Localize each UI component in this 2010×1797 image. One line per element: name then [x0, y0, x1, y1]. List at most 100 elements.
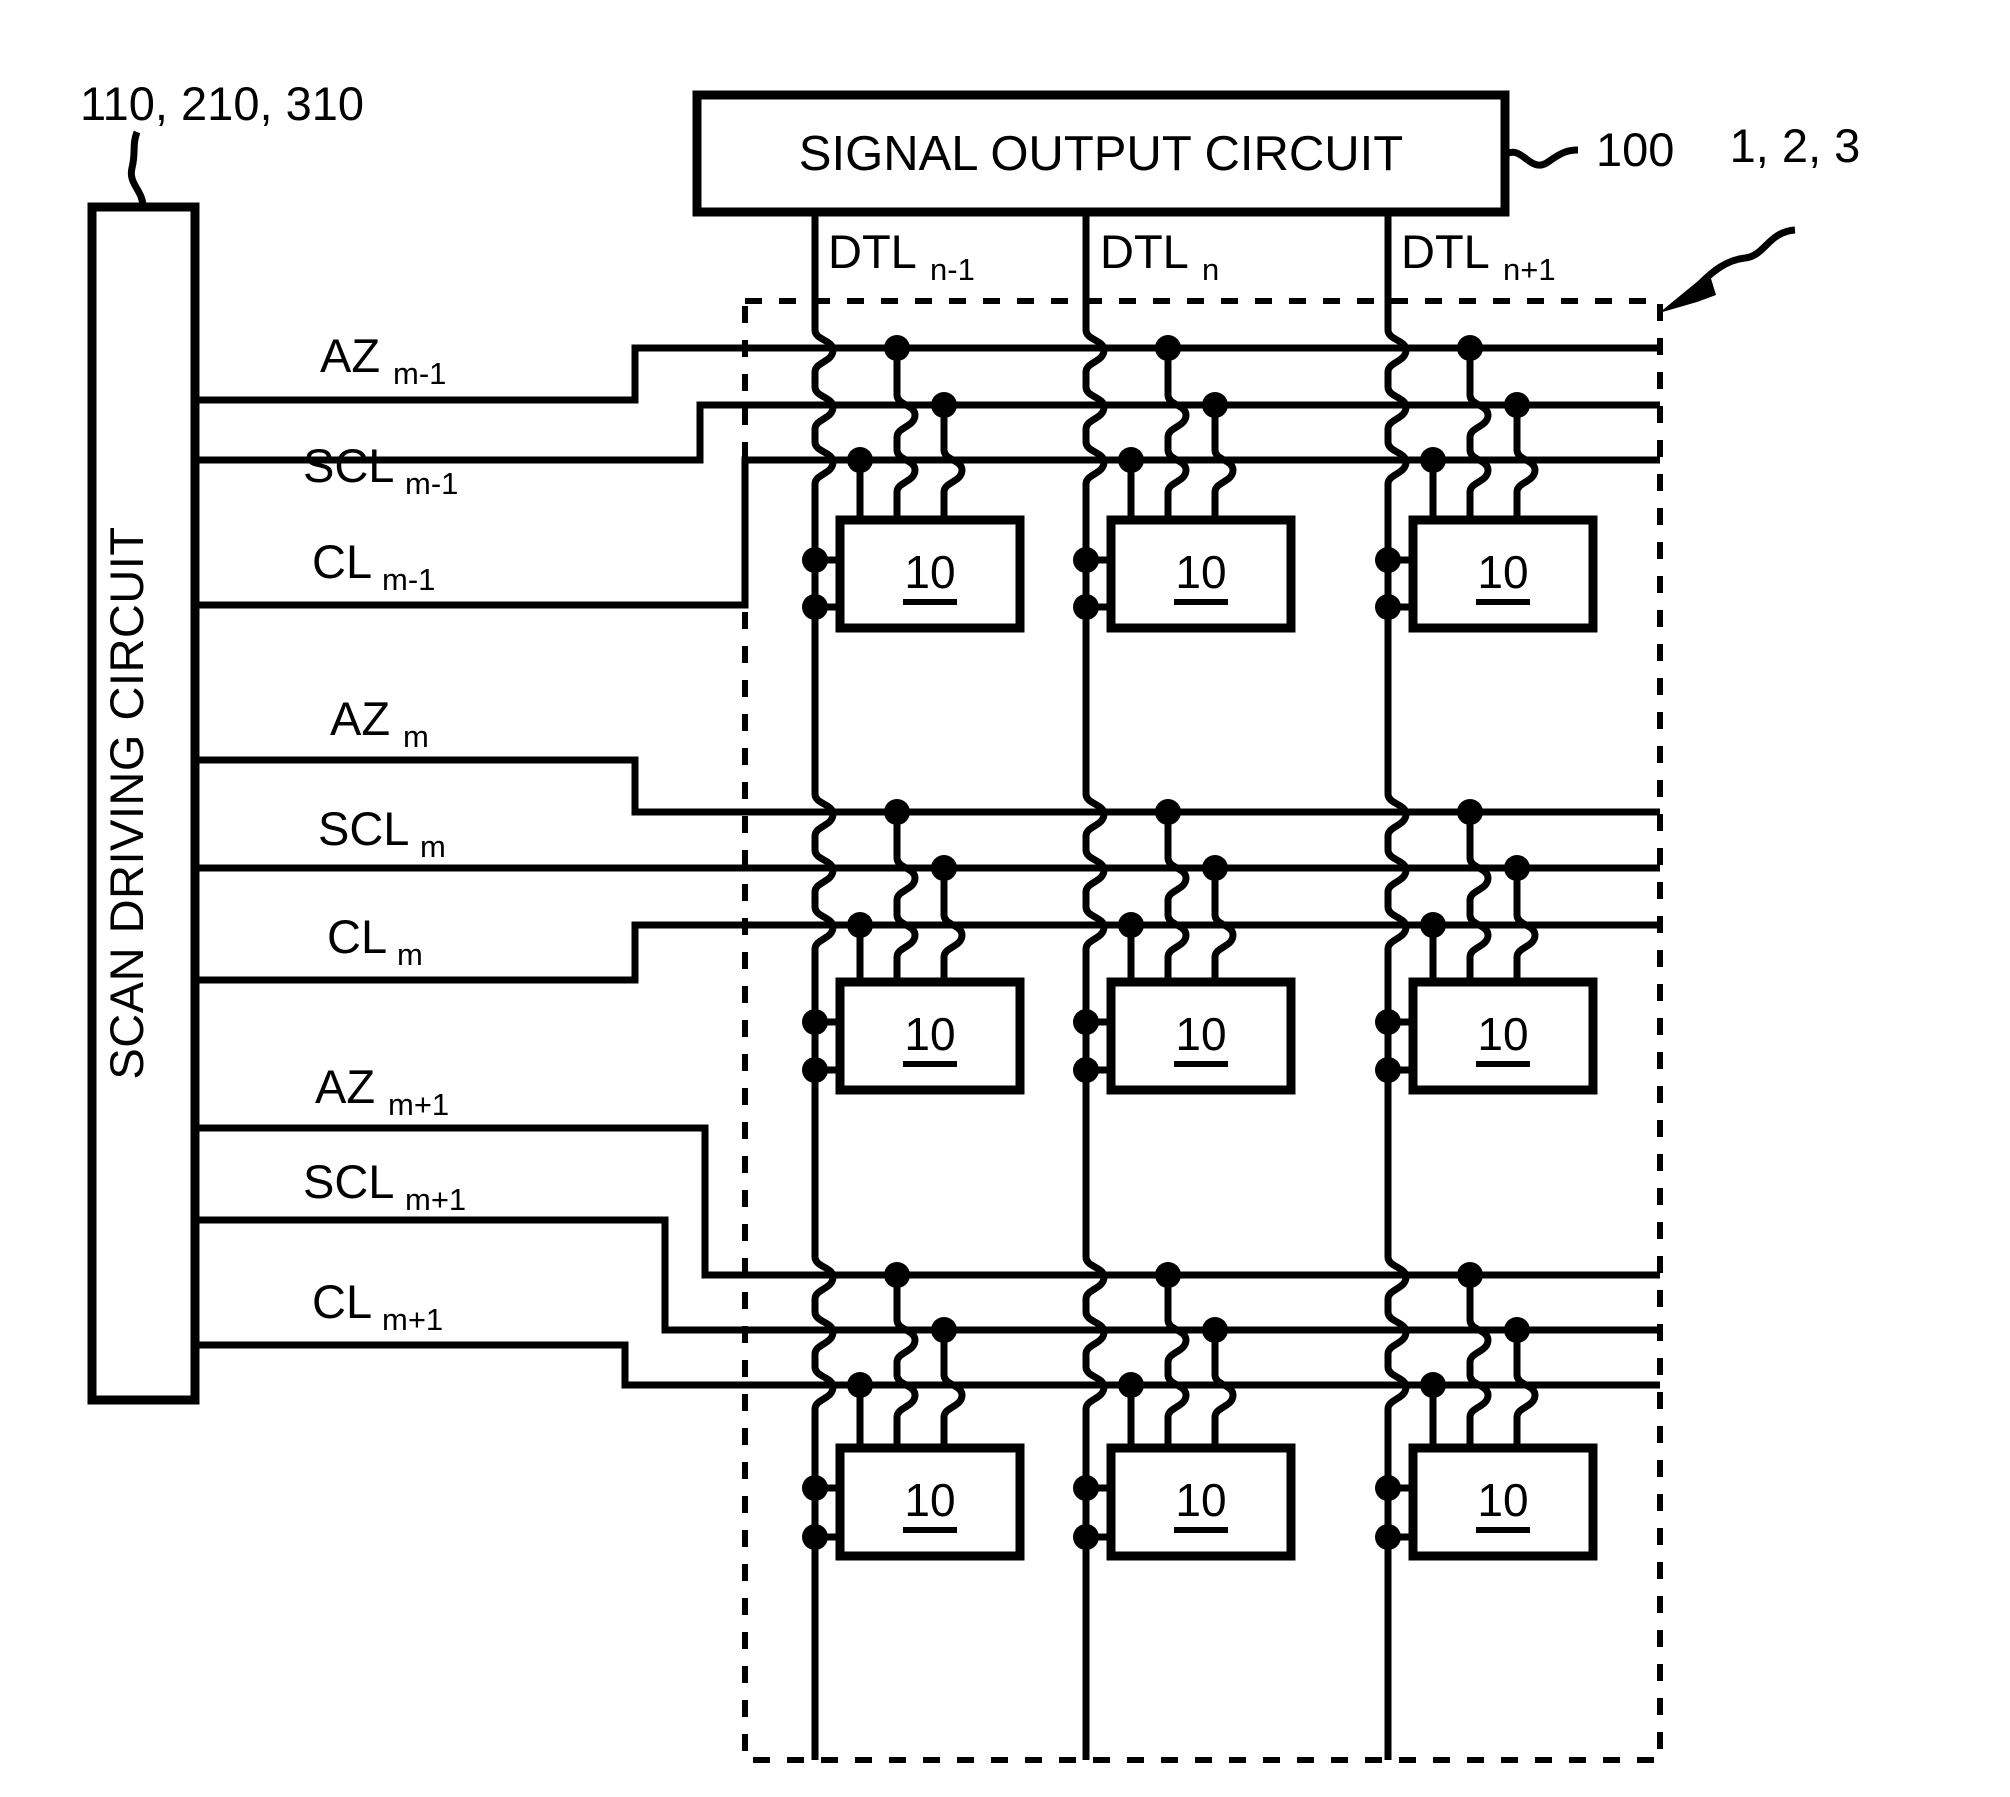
pixel-cell-r0c1[interactable]: 10 [1073, 335, 1296, 633]
junction-dot [1155, 1262, 1181, 1288]
junction-dot [1073, 1524, 1099, 1550]
svg-text:n+1: n+1 [1503, 252, 1556, 287]
junction-dot [1375, 547, 1401, 573]
scan-line-label-scl-m-1: SCL m-1 [303, 439, 458, 501]
scan-line-label-scl-m: SCL m [318, 802, 446, 864]
scan-driving-circuit-block[interactable]: SCAN DRIVING CIRCUIT [87, 202, 200, 1405]
pixel-cell-label: 10 [1175, 546, 1226, 598]
panel-ref-label: 1, 2, 3 [1730, 119, 1861, 172]
signal-output-circuit-ref: 100 [1596, 123, 1674, 176]
junction-dot [1202, 392, 1228, 418]
svg-text:m-1: m-1 [405, 466, 458, 501]
junction-dot [1118, 912, 1144, 938]
signal-output-circuit-label: SIGNAL OUTPUT CIRCUIT [799, 127, 1403, 181]
junction-dot [847, 447, 873, 473]
svg-text:CL: CL [312, 1275, 372, 1328]
pixel-cell-r2c2[interactable]: 10 [1375, 1262, 1598, 1561]
pixel-cell-r0c2[interactable]: 10 [1375, 335, 1598, 633]
svg-text:SCL: SCL [303, 1155, 394, 1208]
scan-driving-circuit-label: SCAN DRIVING CIRCUIT [100, 526, 153, 1079]
pixel-cell-label: 10 [1477, 1008, 1528, 1060]
svg-text:AZ: AZ [330, 692, 390, 745]
data-line-label-dtl-n-1: DTL n-1 [828, 225, 975, 287]
pixel-cell-r2c1[interactable]: 10 [1073, 1262, 1296, 1561]
junction-dot [802, 1524, 828, 1550]
junction-dot [847, 1372, 873, 1398]
scan-line-label-cl-m-1: CL m-1 [312, 535, 435, 597]
pixel-cell-label: 10 [904, 546, 955, 598]
junction-dot [1202, 855, 1228, 881]
junction-dot [1504, 855, 1530, 881]
pixel-cell-label: 10 [1477, 1474, 1528, 1526]
svg-text:m-1: m-1 [382, 562, 435, 597]
svg-text:m: m [403, 719, 429, 754]
svg-text:DTL: DTL [828, 225, 917, 278]
junction-dot [1457, 1262, 1483, 1288]
svg-text:AZ: AZ [320, 329, 380, 382]
svg-text:CL: CL [312, 535, 372, 588]
junction-dot [1375, 594, 1401, 620]
pixel-cell-r0c0[interactable]: 10 [802, 335, 1025, 633]
junction-dot [802, 1057, 828, 1083]
junction-dot [1118, 447, 1144, 473]
junction-dot [1420, 912, 1446, 938]
junction-dot [1504, 392, 1530, 418]
junction-dot [1375, 1009, 1401, 1035]
pixel-cell-r1c0[interactable]: 10 [802, 799, 1025, 1095]
junction-dot [931, 392, 957, 418]
panel-ref-arrow [1659, 226, 1796, 313]
junction-dot [1420, 1372, 1446, 1398]
junction-dot [1457, 335, 1483, 361]
junction-dot [884, 335, 910, 361]
junction-dot [1155, 335, 1181, 361]
svg-text:m: m [397, 937, 423, 972]
signal-output-circuit-block[interactable]: SIGNAL OUTPUT CIRCUIT [692, 90, 1510, 217]
junction-dot [1375, 1057, 1401, 1083]
svg-text:CL: CL [327, 910, 387, 963]
pixel-cell-r1c2[interactable]: 10 [1375, 799, 1598, 1095]
svg-text:SCL: SCL [303, 439, 394, 492]
junction-dot [1375, 1524, 1401, 1550]
junction-dot [1202, 1317, 1228, 1343]
scan-line-label-cl-m: CL m [327, 910, 423, 972]
junction-dot [847, 912, 873, 938]
scan-line-label-az-m-1: AZ m-1 [320, 329, 446, 391]
svg-text:m: m [420, 829, 446, 864]
junction-dot [802, 1009, 828, 1035]
junction-dot [802, 1475, 828, 1501]
scan-line-label-az-m: AZ m [330, 692, 429, 754]
junction-dot [1504, 1317, 1530, 1343]
junction-dot [884, 1262, 910, 1288]
pixel-cell-r2c0[interactable]: 10 [802, 1262, 1025, 1561]
svg-text:DTL: DTL [1401, 225, 1490, 278]
scan-driving-circuit-ref: 110, 210, 310 [80, 77, 364, 130]
junction-dot [1375, 1475, 1401, 1501]
junction-dot [802, 547, 828, 573]
scan-line-label-az-m-plus-1: AZ m+1 [315, 1060, 449, 1122]
pixel-cell-label: 10 [904, 1474, 955, 1526]
scan-driving-circuit-ref-leader [127, 130, 147, 208]
signal-output-circuit-ref-leader [1502, 146, 1579, 169]
junction-dot [1073, 547, 1099, 573]
svg-text:n: n [1202, 252, 1219, 287]
junction-dot [1073, 1475, 1099, 1501]
data-line-labels: DTL n-1 DTL n DTL n+1 [828, 225, 1556, 287]
svg-text:m+1: m+1 [405, 1182, 466, 1217]
pixel-cell-label: 10 [1175, 1008, 1226, 1060]
scan-line-routing-row-3 [195, 1124, 1660, 1389]
junction-dot [1420, 447, 1446, 473]
scan-line-label-scl-m-plus-1: SCL m+1 [303, 1155, 466, 1217]
pixel-cell-label: 10 [904, 1008, 955, 1060]
pixel-cell-r1c1[interactable]: 10 [1073, 799, 1296, 1095]
scan-line-labels: AZ m-1 SCL m-1 CL m-1 AZ m SCL m CL m AZ… [303, 329, 466, 1337]
junction-dot [931, 1317, 957, 1343]
junction-dot [1073, 594, 1099, 620]
junction-dot [1073, 1009, 1099, 1035]
junction-dot [1118, 1372, 1144, 1398]
svg-text:AZ: AZ [315, 1060, 375, 1113]
svg-text:m-1: m-1 [393, 356, 446, 391]
svg-text:DTL: DTL [1100, 225, 1189, 278]
pixel-cell-label: 10 [1477, 546, 1528, 598]
svg-text:SCL: SCL [318, 802, 409, 855]
junction-dot [1155, 799, 1181, 825]
